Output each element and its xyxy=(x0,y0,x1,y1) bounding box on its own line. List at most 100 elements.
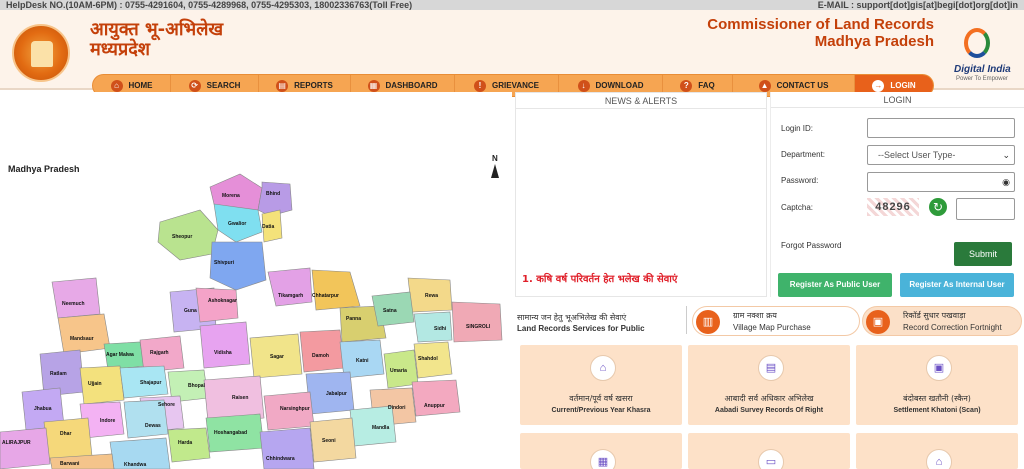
district-tikamgarh[interactable] xyxy=(267,267,313,307)
tile-aabadi-survey-records[interactable]: ▤ आबादी सर्व अधिकार अभिलेख Aabadi Survey… xyxy=(688,345,850,425)
mp-emblem-logo[interactable] xyxy=(12,24,70,82)
forgot-password-link[interactable]: Forgot Password xyxy=(781,241,841,250)
label-datia: Datia xyxy=(262,224,274,230)
login-icon: → xyxy=(872,79,885,92)
support-email: E-MAIL : support[dot]gis[at]begi[dot]org… xyxy=(817,0,1018,10)
label-mandla: Mandla xyxy=(372,425,389,431)
captcha-input[interactable] xyxy=(956,198,1015,220)
site-header: आयुक्त भू-अभिलेख मध्यप्रदेश Commissioner… xyxy=(0,10,1024,97)
tile-service-5[interactable]: ▭ xyxy=(688,433,850,469)
district-chhatarpur[interactable] xyxy=(311,269,361,311)
district-anuppur[interactable] xyxy=(411,379,461,417)
district-alirajpur[interactable] xyxy=(0,427,51,469)
label-indore: Indore xyxy=(100,418,115,424)
khatoni-icon: ▣ xyxy=(926,355,952,381)
login-id-input[interactable] xyxy=(867,118,1015,138)
label-neemuch: Neemuch xyxy=(62,301,85,307)
services-hindi-heading: सामान्य जन हेतु भूअभिलेख की सेवाएं xyxy=(517,313,627,322)
mp-map-svg[interactable]: Morena Bhind Gwalior Datia Sheopur Shivp… xyxy=(0,92,512,469)
submit-button[interactable]: Submit xyxy=(954,242,1012,266)
register-public-button[interactable]: Register As Public User xyxy=(778,273,892,297)
district-dhar[interactable] xyxy=(43,417,93,461)
tile-service-4[interactable]: ▦ xyxy=(520,433,682,469)
digital-india-logo[interactable]: Digital India Power To Empower xyxy=(950,28,1020,86)
label-katni: Katni xyxy=(356,358,369,364)
eye-icon[interactable]: ◉ xyxy=(1002,177,1010,187)
digital-india-swirl-icon xyxy=(964,28,990,58)
label-harda: Harda xyxy=(178,440,192,446)
password-input[interactable]: ◉ xyxy=(867,172,1015,192)
label-bhind: Bhind xyxy=(266,191,280,197)
village-map-purchase-button[interactable]: ▥ ग्राम नक्शा क्रय Village Map Purchase xyxy=(692,306,860,336)
district-map[interactable]: Morena Bhind Gwalior Datia Sheopur Shivp… xyxy=(0,92,512,469)
home-record-icon: ⌂ xyxy=(926,449,952,469)
north-arrow-icon xyxy=(491,164,499,178)
label-sagar: Sagar xyxy=(270,354,284,360)
north-label: N xyxy=(492,154,498,163)
dashboard-icon: ▦ xyxy=(367,79,380,92)
tile-settlement-khatoni-scan[interactable]: ▣ बंदोबस्त खतौनी (स्कैन) Settlement Khat… xyxy=(856,345,1018,425)
district-ujjain[interactable] xyxy=(79,365,125,405)
label-ujjain: Ujjain xyxy=(88,381,102,387)
label-seoni: Seoni xyxy=(322,438,336,444)
pill-hindi-label: रिकॉर्ड सुधार पखवाड़ा xyxy=(903,311,966,320)
label-shivpuri: Shivpuri xyxy=(214,260,235,266)
english-site-title: Commissioner of Land Records Madhya Prad… xyxy=(707,16,934,50)
khasra-icon: ⌂ xyxy=(590,355,616,381)
services-english-heading: Land Records Services for Public xyxy=(517,324,645,333)
pill-english-label: Village Map Purchase xyxy=(733,323,811,332)
label-agar-malwa: Agar Malwa xyxy=(106,352,134,358)
label-sehore: Sehore xyxy=(158,402,175,408)
district-shivpuri[interactable] xyxy=(209,241,267,291)
tile-service-6[interactable]: ⌂ xyxy=(856,433,1018,469)
refresh-captcha-icon[interactable]: ↻ xyxy=(929,198,947,216)
label-satna: Satna xyxy=(383,308,397,314)
captcha-label: Captcha: xyxy=(781,203,814,212)
faq-icon: ? xyxy=(680,79,693,92)
tile-english-label: Current/Previous Year Khasra xyxy=(551,407,651,414)
district-ashoknagar[interactable] xyxy=(195,287,239,323)
district-sidhi[interactable] xyxy=(413,311,453,343)
map-title: Madhya Pradesh xyxy=(8,164,80,174)
aabadi-icon: ▤ xyxy=(758,355,784,381)
label-ratlam: Ratlam xyxy=(50,371,67,377)
password-label: Password: xyxy=(781,176,819,185)
label-guna: Guna xyxy=(184,308,197,314)
label-jhabua: Jhabua xyxy=(34,406,52,412)
label-dindori: Dindori xyxy=(388,405,406,411)
digital-india-text: Digital India xyxy=(954,64,1011,75)
pill-english-label: Record Correction Fortnight xyxy=(903,323,1002,332)
services-strip: सामान्य जन हेतु भूअभिलेख की सेवाएं Land … xyxy=(512,298,1024,342)
tile-hindi-label: बंदोबस्त खतौनी (स्कैन) xyxy=(903,394,971,403)
label-shahdol: Shahdol xyxy=(418,356,438,362)
label-narsinghpur: Narsinghpur xyxy=(280,406,310,412)
district-damoh[interactable] xyxy=(299,329,345,373)
district-mandsaur[interactable] xyxy=(57,313,111,355)
label-sheopur: Sheopur xyxy=(172,234,192,240)
login-panel: LOGIN Login ID: Department: --Select Use… xyxy=(770,92,1024,297)
map-icon: ▥ xyxy=(696,310,720,334)
download-icon: ↓ xyxy=(577,79,590,92)
tile-hindi-label: आबादी सर्व अधिकार अभिलेख xyxy=(724,394,814,403)
label-anuppur: Anuppur xyxy=(424,403,445,409)
news-header: NEWS & ALERTS xyxy=(516,93,766,109)
department-label: Department: xyxy=(781,150,826,159)
document-icon: ▦ xyxy=(590,449,616,469)
hindi-title-line1: आयुक्त भू-अभिलेख xyxy=(90,19,224,40)
news-alerts-panel: NEWS & ALERTS 1. कषि वर्ष परिवर्तन हेत भ… xyxy=(515,92,767,297)
register-internal-button[interactable]: Register As Internal User xyxy=(900,273,1014,297)
tile-current-previous-khasra[interactable]: ⌂ वर्तमान/पूर्व वर्ष खसरा Current/Previo… xyxy=(520,345,682,425)
report-icon: ▤ xyxy=(276,79,289,92)
grievance-icon: ! xyxy=(474,79,487,92)
district-neemuch[interactable] xyxy=(51,277,101,319)
district-vidisha[interactable] xyxy=(199,321,251,369)
department-select[interactable]: --Select User Type- ⌄ xyxy=(867,145,1015,165)
hindi-title-line2: मध्यप्रदेश xyxy=(90,39,151,60)
district-singroli[interactable] xyxy=(451,301,503,343)
record-correction-fortnight-button[interactable]: ▣ रिकॉर्ड सुधार पखवाड़ा Record Correctio… xyxy=(862,306,1022,336)
label-barwani: Barwani xyxy=(60,461,80,467)
english-title-line1: Commissioner of Land Records xyxy=(707,16,934,33)
news-item[interactable]: 1. कषि वर्ष परिवर्तन हेत भलेख की सेवाएं xyxy=(522,271,677,285)
captcha-image: 48296 xyxy=(867,198,919,216)
district-chhindwara[interactable] xyxy=(259,427,315,469)
